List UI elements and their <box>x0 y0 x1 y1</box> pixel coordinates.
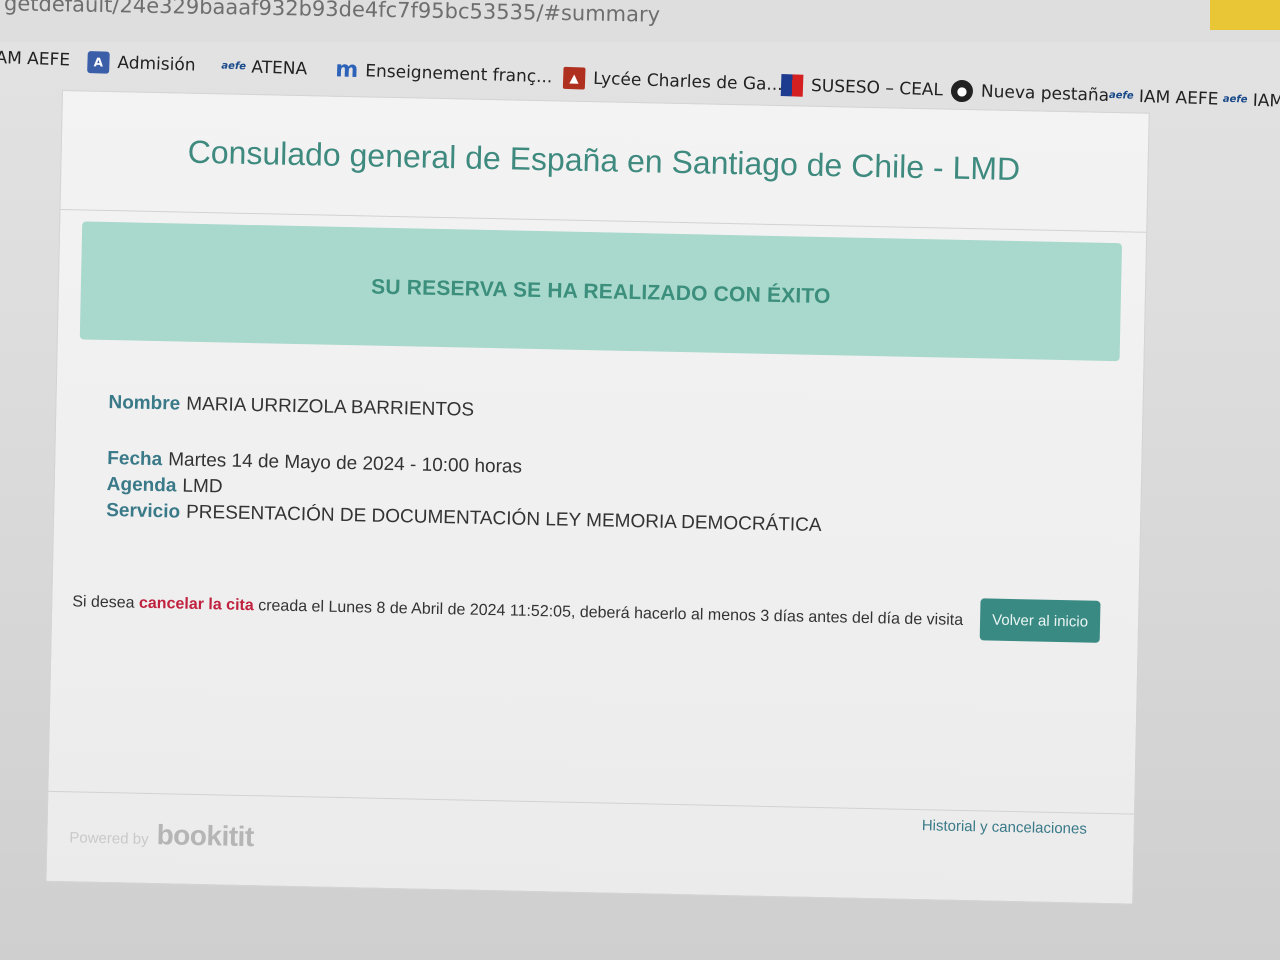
bookmark-label: Nueva pestaña <box>980 81 1110 106</box>
back-to-home-button[interactable]: Volver al inicio <box>979 598 1101 643</box>
bookitit-logo[interactable]: bookitit <box>156 819 254 853</box>
cancel-notice: Si desea cancelar la cita creada el Lune… <box>72 593 963 630</box>
cancel-appointment-link[interactable]: cancelar la cita <box>139 595 254 614</box>
detail-label: Nombre <box>108 392 181 415</box>
bookmark-label: Lycée Charles de Ga... <box>592 68 783 96</box>
lycee-icon: ▲ <box>562 66 586 90</box>
detail-value: MARIA URRIZOLA BARRIENTOS <box>186 393 475 421</box>
bookmark-label: ATENA <box>251 57 308 80</box>
bookmark-atena[interactable]: aefe ATENA <box>221 55 307 80</box>
detail-label: Agenda <box>106 474 177 497</box>
bookmark-label: SUSESO – CEAL <box>810 76 944 101</box>
bookmark-label: IAM <box>1252 90 1280 112</box>
bookmark-iam-aefe[interactable]: aefe IAM AEFE <box>1109 85 1219 111</box>
detail-label: Fecha <box>107 448 163 471</box>
bookmark-label: AM AEFE <box>0 47 71 71</box>
admission-icon: A <box>87 51 110 74</box>
bookmark-lycee[interactable]: ▲ Lycée Charles de Ga... <box>562 66 783 96</box>
bookmark-label: Admisión <box>117 53 196 76</box>
address-bar[interactable]: getdefault/24e329baaaf932b93de4fc7f95bc5… <box>0 0 1280 42</box>
bookmark-admision[interactable]: A Admisión <box>87 51 196 77</box>
success-message: SU RESERVA SE HA REALIZADO CON ÉXITO <box>370 275 831 309</box>
aefe-icon: aefe <box>1108 89 1134 102</box>
powered-by-label: Powered by <box>69 829 149 848</box>
detail-value: PRESENTACIÓN DE DOCUMENTACIÓN LEY MEMORI… <box>185 501 822 536</box>
bookmark-label: IAM AEFE <box>1138 86 1219 110</box>
detail-value: Martes 14 de Mayo de 2024 - 10:00 horas <box>167 449 523 478</box>
detail-label: Servicio <box>105 500 181 523</box>
screen: getdefault/24e329baaaf932b93de4fc7f95bc5… <box>0 0 1280 960</box>
url-text[interactable]: getdefault/24e329baaaf932b93de4fc7f95bc5… <box>4 0 660 27</box>
detail-servicio: Servicio PRESENTACIÓN DE DOCUMENTACIÓN LE… <box>106 500 822 537</box>
powered-by: Powered by bookitit <box>69 817 254 853</box>
success-alert: SU RESERVA SE HA REALIZADO CON ÉXITO <box>79 221 1123 362</box>
history-cancellations-link[interactable]: Historial y cancelaciones <box>922 817 1087 837</box>
aefe-icon: aefe <box>1222 93 1248 106</box>
detail-fecha: Fecha Martes 14 de Mayo de 2024 - 10:00 h… <box>107 448 522 479</box>
detail-value: LMD <box>182 475 223 498</box>
booking-summary-card: Consulado general de España en Santiago … <box>45 90 1150 905</box>
window-corner <box>1210 0 1280 30</box>
bookmark-enseignement[interactable]: m Enseignement franç... <box>334 57 553 88</box>
flag-icon <box>780 74 804 97</box>
bookmark-iam[interactable]: aefe IAM <box>1222 89 1280 113</box>
bookmark-nueva-pestana[interactable]: ● Nueva pestaña <box>950 79 1110 107</box>
page-title: Consulado general de España en Santiago … <box>187 133 1021 188</box>
bookmark-label: Enseignement franç... <box>364 61 553 88</box>
bookmark-am-aefe[interactable]: AM AEFE <box>0 48 70 70</box>
footer-divider <box>48 790 1135 815</box>
aefe-icon: aefe <box>221 60 247 73</box>
bookmark-suseso[interactable]: SUSESO – CEAL <box>780 74 944 101</box>
detail-nombre: Nombre MARIA URRIZOLA BARRIENTOS <box>108 392 474 422</box>
m-icon: m <box>334 57 359 84</box>
cancel-prefix: Si desea <box>72 593 135 612</box>
detail-agenda: Agenda LMD <box>107 474 223 498</box>
globe-icon: ● <box>950 79 974 103</box>
cancel-suffix: creada el Lunes 8 de Abril de 2024 11:52… <box>257 597 964 629</box>
